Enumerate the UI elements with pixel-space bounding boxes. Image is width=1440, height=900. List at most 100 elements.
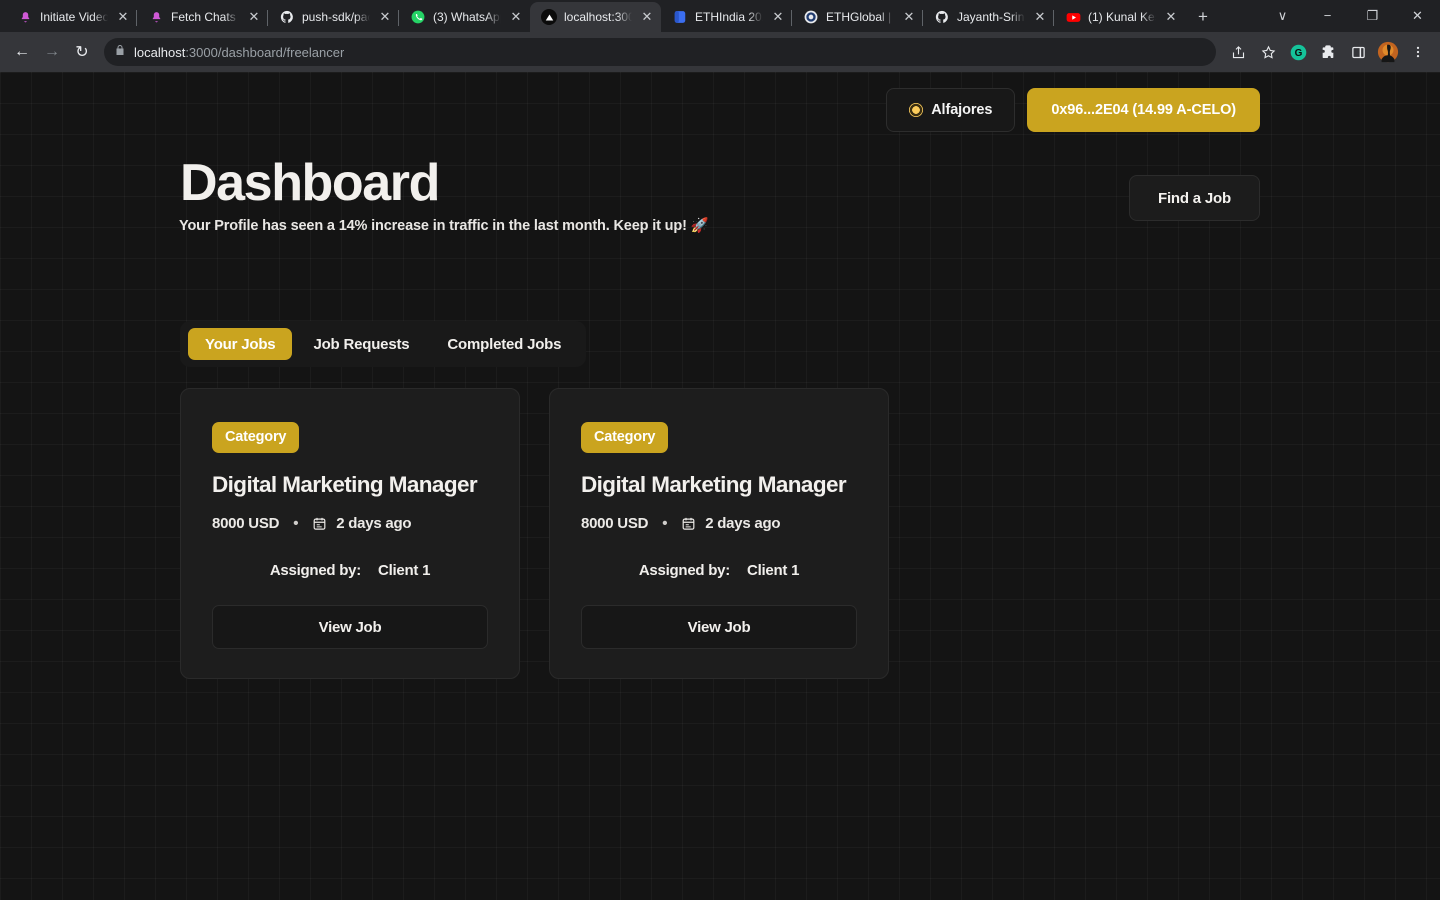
- calendar-icon: [681, 516, 696, 531]
- page-title: Dashboard: [180, 154, 440, 212]
- browser-tab-title: Fetch Chats |: [171, 10, 239, 24]
- browser-toolbar: ← → ↻ localhost:3000/dashboard/freelance…: [0, 32, 1440, 72]
- browser-tab-0[interactable]: Initiate Video ✕: [6, 2, 137, 32]
- tab-close-icon[interactable]: ✕: [1032, 9, 1048, 25]
- browser-tab-2[interactable]: push-sdk/pac ✕: [268, 2, 399, 32]
- category-badge: Category: [581, 422, 669, 453]
- push-bell-icon: [17, 9, 33, 25]
- minimize-button[interactable]: −: [1305, 0, 1350, 32]
- tab-close-icon[interactable]: ✕: [115, 9, 131, 25]
- job-meta: 8000 USD • 2 days ago: [581, 515, 857, 532]
- reload-icon[interactable]: ↻: [68, 38, 96, 66]
- address-bar-url: localhost:3000/dashboard/freelancer: [134, 45, 344, 60]
- browser-tab-title: Initiate Video: [40, 10, 108, 24]
- network-selector-button[interactable]: Alfajores: [886, 88, 1016, 132]
- tab-close-icon[interactable]: ✕: [377, 9, 393, 25]
- tab-job-requests[interactable]: Job Requests: [296, 328, 426, 360]
- job-price: 8000 USD: [581, 515, 649, 532]
- browser-tab-title: (3) WhatsApp: [433, 10, 501, 24]
- job-price: 8000 USD: [212, 515, 280, 532]
- tab-close-icon[interactable]: ✕: [770, 9, 786, 25]
- assigned-by-row: Assigned by: Client 1: [212, 562, 488, 579]
- job-meta: 8000 USD • 2 days ago: [212, 515, 488, 532]
- chrome-menu-icon[interactable]: [1404, 38, 1432, 66]
- wallet-connect-bar: Alfajores 0x96...2E04 (14.99 A-CELO): [886, 88, 1260, 132]
- whatsapp-icon: [410, 9, 426, 25]
- tab-your-jobs[interactable]: Your Jobs: [188, 328, 293, 360]
- youtube-icon: [1065, 9, 1081, 25]
- browser-tab-title: Jayanth-Srini: [957, 10, 1025, 24]
- category-badge: Category: [212, 422, 300, 453]
- bookmark-star-icon[interactable]: [1254, 38, 1282, 66]
- network-label: Alfajores: [931, 102, 993, 118]
- tab-close-icon[interactable]: ✕: [901, 9, 917, 25]
- assigned-by-value: Client 1: [378, 562, 431, 579]
- forward-icon[interactable]: →: [38, 38, 66, 66]
- browser-tab-7[interactable]: Jayanth-Srini ✕: [923, 2, 1054, 32]
- job-card[interactable]: Category Digital Marketing Manager 8000 …: [549, 388, 889, 679]
- assigned-by-row: Assigned by: Client 1: [581, 562, 857, 579]
- github-icon: [279, 9, 295, 25]
- address-bar[interactable]: localhost:3000/dashboard/freelancer: [104, 38, 1216, 66]
- tab-close-icon[interactable]: ✕: [246, 9, 262, 25]
- browser-tab-1[interactable]: Fetch Chats | ✕: [137, 2, 268, 32]
- browser-tab-3[interactable]: (3) WhatsApp ✕: [399, 2, 530, 32]
- job-title: Digital Marketing Manager: [581, 472, 847, 497]
- job-title: Digital Marketing Manager: [212, 472, 478, 497]
- browser-tab-title: ETHIndia 202: [695, 10, 763, 24]
- view-job-button[interactable]: View Job: [581, 605, 857, 649]
- tab-close-icon[interactable]: ✕: [1163, 9, 1179, 25]
- meta-separator: •: [293, 515, 299, 532]
- calendar-icon: [312, 516, 327, 531]
- grammarly-extension-icon[interactable]: G: [1284, 38, 1312, 66]
- page-subtitle: Your Profile has seen a 14% increase in …: [179, 218, 709, 234]
- toolbar-right-icons: G: [1224, 38, 1432, 66]
- browser-tab-4-active[interactable]: localhost:3000 ✕: [530, 2, 661, 32]
- tab-search-chevron-icon[interactable]: ∨: [1260, 0, 1305, 32]
- share-icon[interactable]: [1224, 38, 1252, 66]
- new-tab-button[interactable]: +: [1189, 3, 1217, 31]
- browser-window: Initiate Video ✕ Fetch Chats | ✕ push-sd…: [0, 0, 1440, 900]
- avatar[interactable]: [1374, 38, 1402, 66]
- back-icon[interactable]: ←: [8, 38, 36, 66]
- url-path: :3000/dashboard/freelancer: [185, 44, 345, 60]
- ethindia-icon: [672, 9, 688, 25]
- lock-icon: [114, 43, 126, 61]
- browser-tab-strip: Initiate Video ✕ Fetch Chats | ✕ push-sd…: [0, 0, 1440, 32]
- find-a-job-button[interactable]: Find a Job: [1128, 175, 1260, 221]
- meta-separator: •: [662, 515, 668, 532]
- extensions-puzzle-icon[interactable]: [1314, 38, 1342, 66]
- window-controls: ∨ − ❐ ✕: [1260, 0, 1440, 32]
- push-bell-icon: [148, 9, 164, 25]
- side-panel-icon[interactable]: [1344, 38, 1372, 66]
- github-icon: [934, 9, 950, 25]
- job-card[interactable]: Category Digital Marketing Manager 8000 …: [180, 388, 520, 679]
- close-window-button[interactable]: ✕: [1395, 0, 1440, 32]
- tab-close-icon[interactable]: ✕: [508, 9, 524, 25]
- assigned-by-label: Assigned by:: [269, 562, 361, 579]
- job-card-list: Category Digital Marketing Manager 8000 …: [180, 388, 889, 679]
- vercel-icon: [541, 9, 557, 25]
- account-balance-button[interactable]: 0x96...2E04 (14.99 A-CELO): [1027, 88, 1260, 132]
- url-host: localhost: [134, 44, 186, 60]
- browser-tab-8[interactable]: (1) Kunal Kes ✕: [1054, 2, 1185, 32]
- tab-close-icon[interactable]: ✕: [639, 9, 655, 25]
- page-viewport: Alfajores 0x96...2E04 (14.99 A-CELO) Das…: [0, 72, 1440, 900]
- view-job-button[interactable]: View Job: [212, 605, 488, 649]
- ethglobal-icon: [803, 9, 819, 25]
- dashboard-page: Alfajores 0x96...2E04 (14.99 A-CELO) Das…: [0, 72, 1440, 900]
- job-posted-time: 2 days ago: [336, 515, 412, 532]
- browser-tab-title: push-sdk/pac: [302, 10, 370, 24]
- tab-completed-jobs[interactable]: Completed Jobs: [430, 328, 578, 360]
- assigned-by-value: Client 1: [747, 562, 800, 579]
- browser-tab-6[interactable]: ETHGlobal | E ✕: [792, 2, 923, 32]
- maximize-button[interactable]: ❐: [1350, 0, 1395, 32]
- browser-tab-title: (1) Kunal Kes: [1088, 10, 1156, 24]
- browser-tab-title: localhost:3000: [564, 10, 632, 24]
- browser-tab-5[interactable]: ETHIndia 202 ✕: [661, 2, 792, 32]
- svg-text:G: G: [1294, 48, 1302, 59]
- assigned-by-label: Assigned by:: [638, 562, 730, 579]
- browser-tab-title: ETHGlobal | E: [826, 10, 894, 24]
- jobs-tab-bar: Your Jobs Job Requests Completed Jobs: [180, 321, 587, 367]
- celo-icon: [909, 103, 924, 117]
